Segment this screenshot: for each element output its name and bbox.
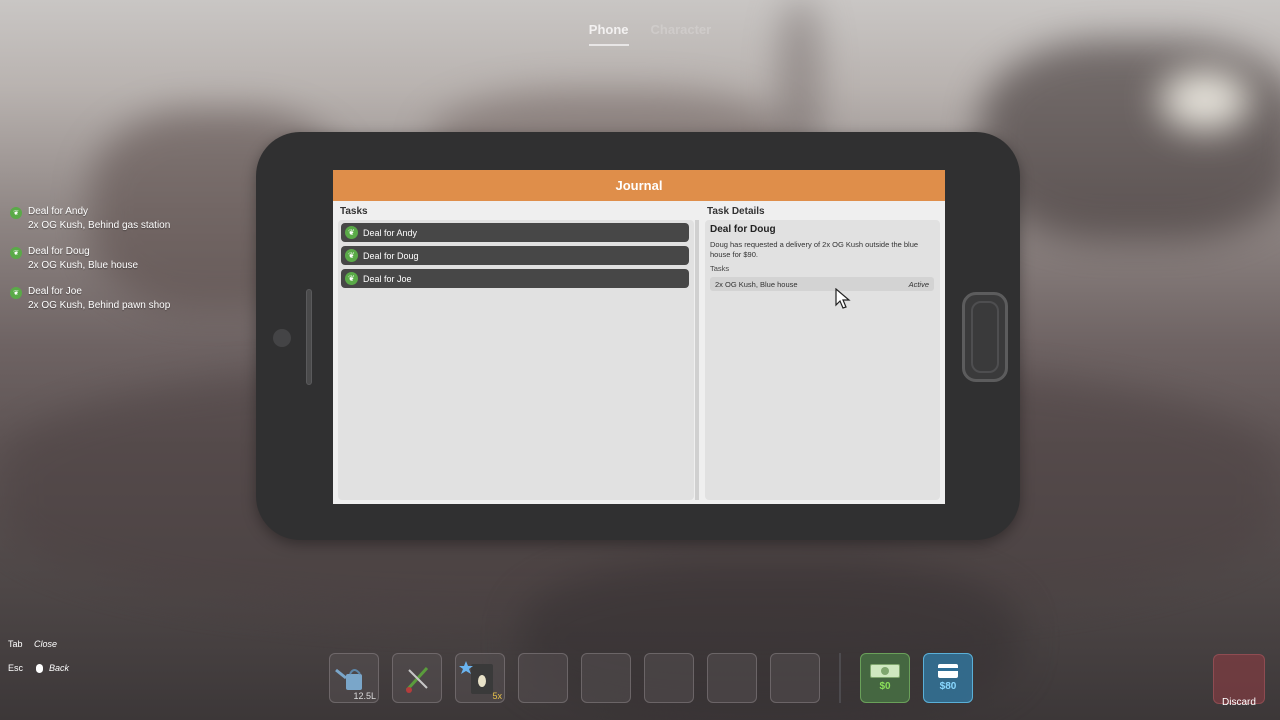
quest-detail: 2x OG Kush, Behind gas station — [28, 220, 171, 231]
bank-card-slot[interactable]: $80 — [923, 653, 973, 703]
weed-leaf-icon: ❦ — [345, 272, 358, 285]
weed-leaf-icon: ❦ — [345, 226, 358, 239]
task-details-panel: Deal for Doug Doug has requested a deliv… — [705, 220, 940, 500]
hint-back: Esc Back — [8, 656, 69, 680]
top-tabs: Phone Character — [560, 22, 740, 46]
task-item-label: Deal for Doug — [363, 250, 419, 261]
hotbar-slot-8[interactable] — [770, 653, 820, 703]
key-label: Esc — [8, 663, 24, 673]
task-item-label: Deal for Andy — [363, 227, 418, 238]
mouse-icon — [36, 663, 43, 673]
task-item-joe[interactable]: ❦ Deal for Joe — [341, 269, 689, 288]
slot-quantity: 5x — [492, 691, 502, 701]
hotbar-slot-3[interactable]: 5x — [455, 653, 505, 703]
quest-title: Deal for Doug — [28, 246, 90, 257]
hint-close: Tab Close — [8, 632, 69, 656]
journal-header: Journal — [333, 170, 945, 201]
weed-leaf-icon: ❦ — [345, 249, 358, 262]
trimmers-icon — [405, 666, 429, 693]
task-details-description: Doug has requested a delivery of 2x OG K… — [710, 240, 919, 259]
subtasks-label: Tasks — [710, 264, 730, 273]
weed-leaf-icon: ❦ — [10, 207, 22, 219]
phone-camera-icon — [273, 329, 291, 347]
hotbar-slot-1[interactable]: 12.5L — [329, 653, 379, 703]
tab-phone[interactable]: Phone — [588, 22, 629, 46]
panel-divider[interactable] — [695, 220, 699, 500]
task-item-andy[interactable]: ❦ Deal for Andy — [341, 223, 689, 242]
bank-amount: $80 — [939, 681, 957, 692]
weed-leaf-icon: ❦ — [10, 247, 22, 259]
key-hints: Tab Close Esc Back — [8, 632, 69, 680]
cash-slot[interactable]: $0 — [860, 653, 910, 703]
phone-speaker — [306, 289, 312, 385]
mouse-cursor-icon — [835, 288, 851, 309]
slot-quantity: 12.5L — [353, 691, 376, 701]
subtask-row[interactable]: 2x OG Kush, Blue house Active — [710, 277, 934, 291]
task-details-heading: Task Details — [707, 206, 765, 217]
cash-icon — [870, 664, 900, 678]
phone-screen: Journal Tasks Task Details ❦ Deal for An… — [333, 170, 945, 504]
phone-device: Journal Tasks Task Details ❦ Deal for An… — [256, 132, 1020, 540]
key-label: Tab — [8, 639, 23, 649]
tab-character[interactable]: Character — [651, 22, 712, 46]
tasks-list: ❦ Deal for Andy ❦ Deal for Doug ❦ Deal f… — [338, 220, 694, 500]
hotbar-slot-7[interactable] — [707, 653, 757, 703]
quest-title: Deal for Joe — [28, 286, 82, 297]
quest-item: ❦ Deal for Doug 2x OG Kush, Blue house — [10, 245, 170, 285]
hotbar-slot-4[interactable] — [518, 653, 568, 703]
quest-title: Deal for Andy — [28, 206, 89, 217]
task-item-doug[interactable]: ❦ Deal for Doug — [341, 246, 689, 265]
quest-detail: 2x OG Kush, Behind pawn shop — [28, 300, 171, 311]
hotbar: 12.5L 5x $0 $80 — [329, 653, 973, 703]
hotbar-slot-5[interactable] — [581, 653, 631, 703]
quest-tracker: ❦ Deal for Andy 2x OG Kush, Behind gas s… — [10, 205, 170, 325]
quest-item: ❦ Deal for Joe 2x OG Kush, Behind pawn s… — [10, 285, 170, 325]
hint-action: Back — [49, 663, 70, 673]
credit-card-icon — [938, 664, 958, 678]
hotbar-separator — [839, 653, 841, 703]
subtask-status: Active — [908, 279, 929, 289]
task-item-label: Deal for Joe — [363, 273, 412, 284]
quest-item: ❦ Deal for Andy 2x OG Kush, Behind gas s… — [10, 205, 170, 245]
discard-label: Discard — [1222, 697, 1256, 708]
cash-amount: $0 — [879, 681, 891, 692]
hotbar-slot-6[interactable] — [644, 653, 694, 703]
tasks-heading: Tasks — [340, 206, 368, 217]
weed-leaf-icon: ❦ — [10, 287, 22, 299]
hotbar-slot-2[interactable] — [392, 653, 442, 703]
subtask-label: 2x OG Kush, Blue house — [715, 279, 798, 289]
task-details-title: Deal for Doug — [710, 224, 776, 235]
phone-home-button[interactable] — [962, 292, 1008, 382]
quest-detail: 2x OG Kush, Blue house — [28, 260, 139, 271]
hint-action: Close — [34, 639, 58, 649]
